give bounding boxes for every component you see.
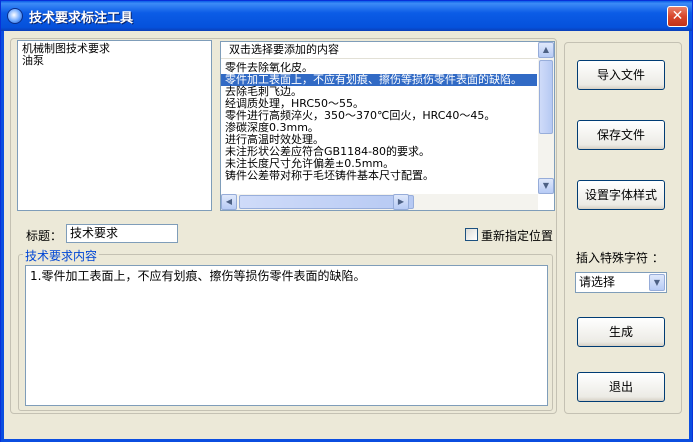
import-file-button[interactable]: 导入文件 bbox=[577, 60, 665, 90]
generate-button[interactable]: 生成 bbox=[577, 317, 665, 347]
special-char-label: 插入特殊字符 ： bbox=[576, 251, 664, 265]
content-list[interactable]: 双击选择要添加的内容 零件去除氧化皮。 零件加工表面上，不应有划痕、擦伤等损伤零… bbox=[220, 41, 555, 211]
reposition-checkbox[interactable] bbox=[465, 228, 478, 241]
title-bar[interactable]: 技术要求标注工具 ✕ bbox=[1, 1, 692, 31]
right-panel bbox=[564, 42, 682, 414]
content-list-hscrollbar[interactable]: ◀ ▶ bbox=[221, 194, 538, 210]
category-list[interactable]: 机械制图技术要求 油泵 bbox=[17, 40, 212, 211]
save-file-button[interactable]: 保存文件 bbox=[577, 120, 665, 150]
category-item[interactable]: 油泵 bbox=[18, 55, 211, 67]
title-input[interactable]: 技术要求 bbox=[66, 224, 178, 243]
exit-button[interactable]: 退出 bbox=[577, 372, 665, 402]
content-list-items: 零件去除氧化皮。 零件加工表面上，不应有划痕、擦伤等损伤零件表面的缺陷。 去除毛… bbox=[221, 62, 537, 182]
scroll-up-icon[interactable]: ▲ bbox=[538, 42, 554, 58]
special-char-select[interactable]: 请选择 ▼ bbox=[575, 272, 667, 293]
scroll-down-icon[interactable]: ▼ bbox=[538, 178, 554, 194]
window-frame-right bbox=[689, 31, 692, 442]
content-textarea[interactable]: 1.零件加工表面上，不应有划痕、擦伤等损伤零件表面的缺陷。 bbox=[25, 265, 548, 406]
special-char-selected: 请选择 bbox=[579, 275, 616, 289]
category-item[interactable]: 机械制图技术要求 bbox=[18, 43, 211, 55]
scroll-right-icon[interactable]: ▶ bbox=[393, 194, 409, 210]
content-list-header: 双击选择要添加的内容 bbox=[221, 42, 554, 59]
app-icon bbox=[7, 8, 23, 24]
main-window: 技术要求标注工具 ✕ 机械制图技术要求 油泵 双击选择要添加的内容 零件去除氧化… bbox=[0, 0, 693, 442]
reposition-label[interactable]: 重新指定位置 bbox=[481, 227, 553, 244]
content-item[interactable]: 铸件公差带对称于毛坯铸件基本尺寸配置。 bbox=[221, 170, 537, 182]
set-font-style-button[interactable]: 设置字体样式 bbox=[577, 180, 665, 210]
window-frame-left bbox=[1, 31, 4, 442]
chevron-down-icon[interactable]: ▼ bbox=[649, 274, 665, 291]
content-list-vscrollbar[interactable]: ▲ ▼ bbox=[538, 42, 554, 194]
content-group-legend: 技术要求内容 bbox=[23, 247, 100, 264]
hscroll-thumb[interactable] bbox=[239, 195, 414, 209]
vscroll-thumb[interactable] bbox=[539, 60, 553, 134]
title-label: 标题： bbox=[26, 229, 63, 243]
window-title: 技术要求标注工具 bbox=[29, 11, 134, 26]
close-icon[interactable]: ✕ bbox=[667, 6, 688, 27]
scroll-left-icon[interactable]: ◀ bbox=[221, 194, 237, 210]
